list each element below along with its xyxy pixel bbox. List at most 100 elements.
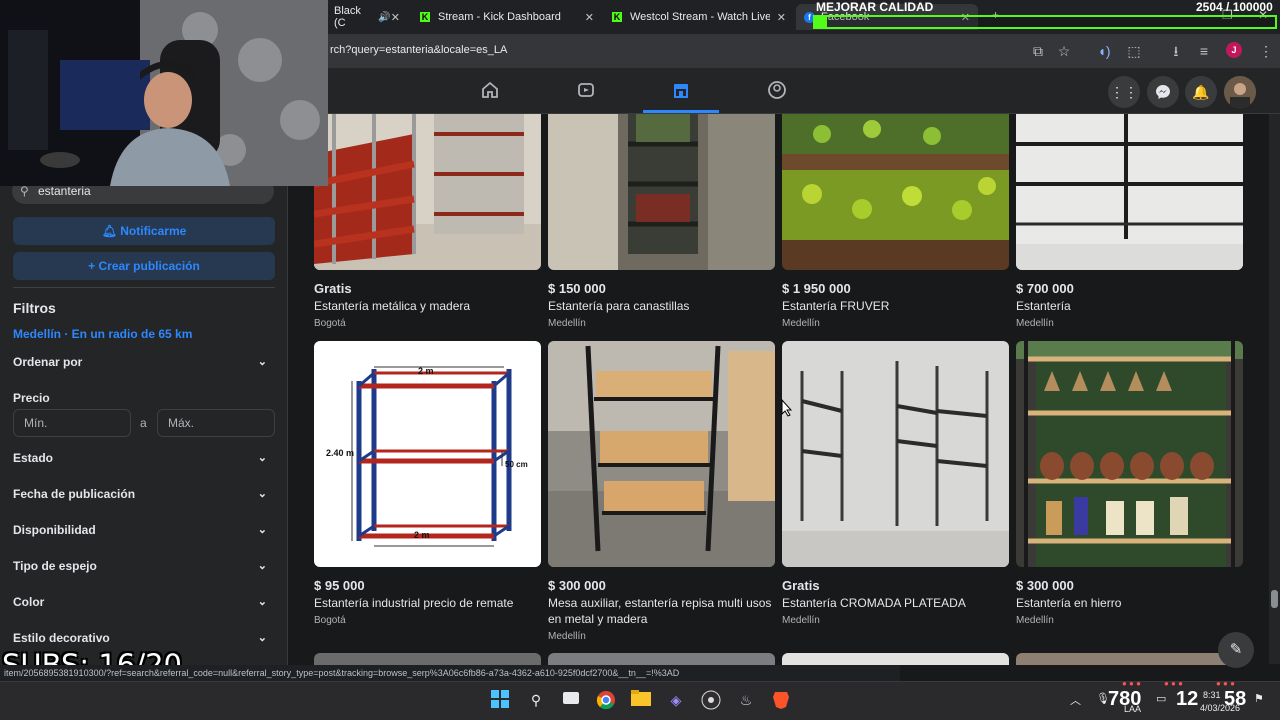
listing-price[interactable]: $ 1 950 000	[782, 281, 851, 296]
home-icon[interactable]	[479, 80, 501, 102]
listing-image[interactable]: 2 m 2.40 m 50 cm 2 m	[314, 341, 541, 567]
filter-date[interactable]: Fecha de publicación ⌄	[13, 487, 275, 507]
video-icon[interactable]	[575, 80, 597, 102]
clock-time[interactable]: 8:31	[1203, 690, 1221, 700]
listing-image[interactable]	[1016, 114, 1243, 270]
listing-title[interactable]: Estantería industrial precio de remate	[314, 595, 541, 611]
filter-label: Disponibilidad	[13, 523, 96, 537]
listing-image[interactable]	[782, 341, 1009, 567]
listing-image[interactable]	[314, 653, 541, 665]
search-icon[interactable]: ⚲	[526, 690, 546, 710]
min-price-input[interactable]: Mín.	[13, 409, 131, 437]
chrome-icon[interactable]	[596, 690, 616, 710]
scrollbar-thumb[interactable]	[1271, 590, 1278, 608]
listing-price[interactable]: Gratis	[782, 578, 820, 593]
price-label: Precio	[13, 391, 50, 405]
listing-title[interactable]: Estantería CROMADA PLATEADA	[782, 595, 1009, 611]
filter-label: Estado	[13, 451, 54, 465]
app-icon[interactable]: ◈	[666, 690, 686, 710]
extensions-icon[interactable]: ⬚	[1126, 43, 1142, 59]
marketplace-icon[interactable]	[670, 80, 692, 102]
windows-start-icon[interactable]	[490, 690, 510, 710]
listing-image[interactable]	[1016, 341, 1243, 567]
filters-title: Filtros	[13, 300, 56, 316]
listing-image[interactable]	[782, 653, 1009, 665]
close-icon[interactable]: ✕	[585, 11, 594, 24]
filter-availability[interactable]: Disponibilidad ⌄	[13, 523, 275, 543]
tab-label: Black (C	[334, 5, 361, 29]
chevron-down-icon: ⌄	[257, 488, 267, 500]
filter-color[interactable]: Color ⌄	[13, 595, 275, 615]
listing-city: Medellín	[1016, 318, 1054, 329]
create-listing-button[interactable]: + Crear publicación	[13, 252, 275, 280]
groups-icon[interactable]	[766, 80, 788, 102]
listing-price[interactable]: $ 95 000	[314, 578, 365, 593]
browser-profile-avatar[interactable]: J	[1226, 42, 1242, 58]
listing-city: Medellín	[548, 318, 586, 329]
notifications-bell-icon[interactable]: 🔔	[1185, 76, 1217, 108]
notification-icon[interactable]: ⚑	[1254, 692, 1264, 705]
read-aloud-icon[interactable]: ◖)	[1096, 43, 1112, 59]
task-view-icon[interactable]	[561, 690, 581, 710]
listing-title[interactable]: Estantería FRUVER	[782, 298, 1009, 314]
location-filter[interactable]: Medellín · En un radio de 65 km	[13, 327, 192, 341]
listing-image[interactable]	[548, 114, 775, 270]
listing-image[interactable]	[548, 341, 775, 567]
tab-black[interactable]: Black (C 🔊 ✕	[326, 4, 408, 30]
chevron-up-icon[interactable]: ︿	[1070, 692, 1081, 708]
listing-price[interactable]: $ 150 000	[548, 281, 606, 296]
close-icon[interactable]: ✕	[391, 11, 400, 24]
brave-icon[interactable]	[771, 690, 791, 710]
obs-icon[interactable]	[701, 690, 721, 710]
listing-image[interactable]	[782, 114, 1009, 270]
cursor-icon	[781, 399, 793, 417]
url-field[interactable]: rch?query=estanteria&locale=es_LA	[330, 44, 507, 56]
messenger-icon[interactable]	[1147, 76, 1179, 108]
chevron-down-icon: ⌄	[257, 524, 267, 536]
listing-title[interactable]: Estantería metálica y madera	[314, 298, 541, 314]
tab-kick-dashboard[interactable]: K Stream - Kick Dashboard ✕	[412, 4, 602, 30]
chevron-down-icon: ⌄	[257, 452, 267, 464]
menu-grid-icon[interactable]: ⋮⋮	[1108, 76, 1140, 108]
listing-image[interactable]	[1016, 653, 1243, 665]
steam-icon[interactable]: ♨	[736, 690, 756, 710]
close-icon[interactable]: ✕	[777, 11, 786, 24]
listing-title[interactable]: Estantería para canastillas	[548, 298, 775, 314]
download-icon[interactable]: ⭳	[1168, 43, 1184, 59]
listing-image[interactable]	[314, 114, 541, 270]
listing-price[interactable]: $ 300 000	[1016, 578, 1074, 593]
overlay-alert-dot: ● ● ●	[1164, 679, 1183, 688]
install-app-icon[interactable]: ⧉	[1030, 43, 1046, 59]
range-separator: a	[140, 416, 147, 430]
listing-image[interactable]	[548, 653, 775, 665]
scrollbar[interactable]	[1269, 114, 1280, 664]
lang-indicator[interactable]: LAA	[1124, 704, 1141, 714]
monitor-icon[interactable]: ▭	[1156, 692, 1166, 705]
listing-title[interactable]: Estantería	[1016, 298, 1243, 314]
avatar[interactable]	[1224, 76, 1256, 108]
listing-price[interactable]: $ 700 000	[1016, 281, 1074, 296]
listing-price[interactable]: $ 300 000	[548, 578, 606, 593]
tab-westcol-stream[interactable]: K Westcol Stream - Watch Live on ✕	[604, 4, 794, 30]
link-status-bar: item/2056895381910300/?ref=search&referr…	[0, 665, 900, 681]
listing-city: Medellín	[782, 318, 820, 329]
browser-menu-icon[interactable]: ⋮	[1258, 43, 1274, 59]
chevron-down-icon: ⌄	[257, 632, 267, 644]
sort-dropdown[interactable]: Ordenar por ⌄	[13, 355, 275, 375]
compose-message-button[interactable]: ✎	[1218, 632, 1254, 668]
media-controls-icon[interactable]: ≡	[1196, 43, 1212, 59]
listing-city: Medellín	[548, 631, 586, 642]
goal-count: 2504 / 100000	[1196, 0, 1273, 14]
screen: Black (C 🔊 ✕ K Stream - Kick Dashboard ✕…	[0, 0, 1280, 720]
filter-estado[interactable]: Estado ⌄	[13, 451, 275, 471]
notify-button[interactable]: 🔔︎ Notificarme	[13, 217, 275, 245]
filter-mirror-type[interactable]: Tipo de espejo ⌄	[13, 559, 275, 579]
max-price-input[interactable]: Máx.	[157, 409, 275, 437]
listing-price[interactable]: Gratis	[314, 281, 352, 296]
goal-progress-bar	[813, 15, 1277, 29]
bookmark-star-icon[interactable]: ☆	[1056, 43, 1072, 59]
chevron-down-icon: ⌄	[257, 596, 267, 608]
listing-title[interactable]: Mesa auxiliar, estantería repisa multi u…	[548, 595, 775, 627]
file-explorer-icon[interactable]	[631, 690, 651, 710]
listing-title[interactable]: Estantería en hierro	[1016, 595, 1243, 611]
